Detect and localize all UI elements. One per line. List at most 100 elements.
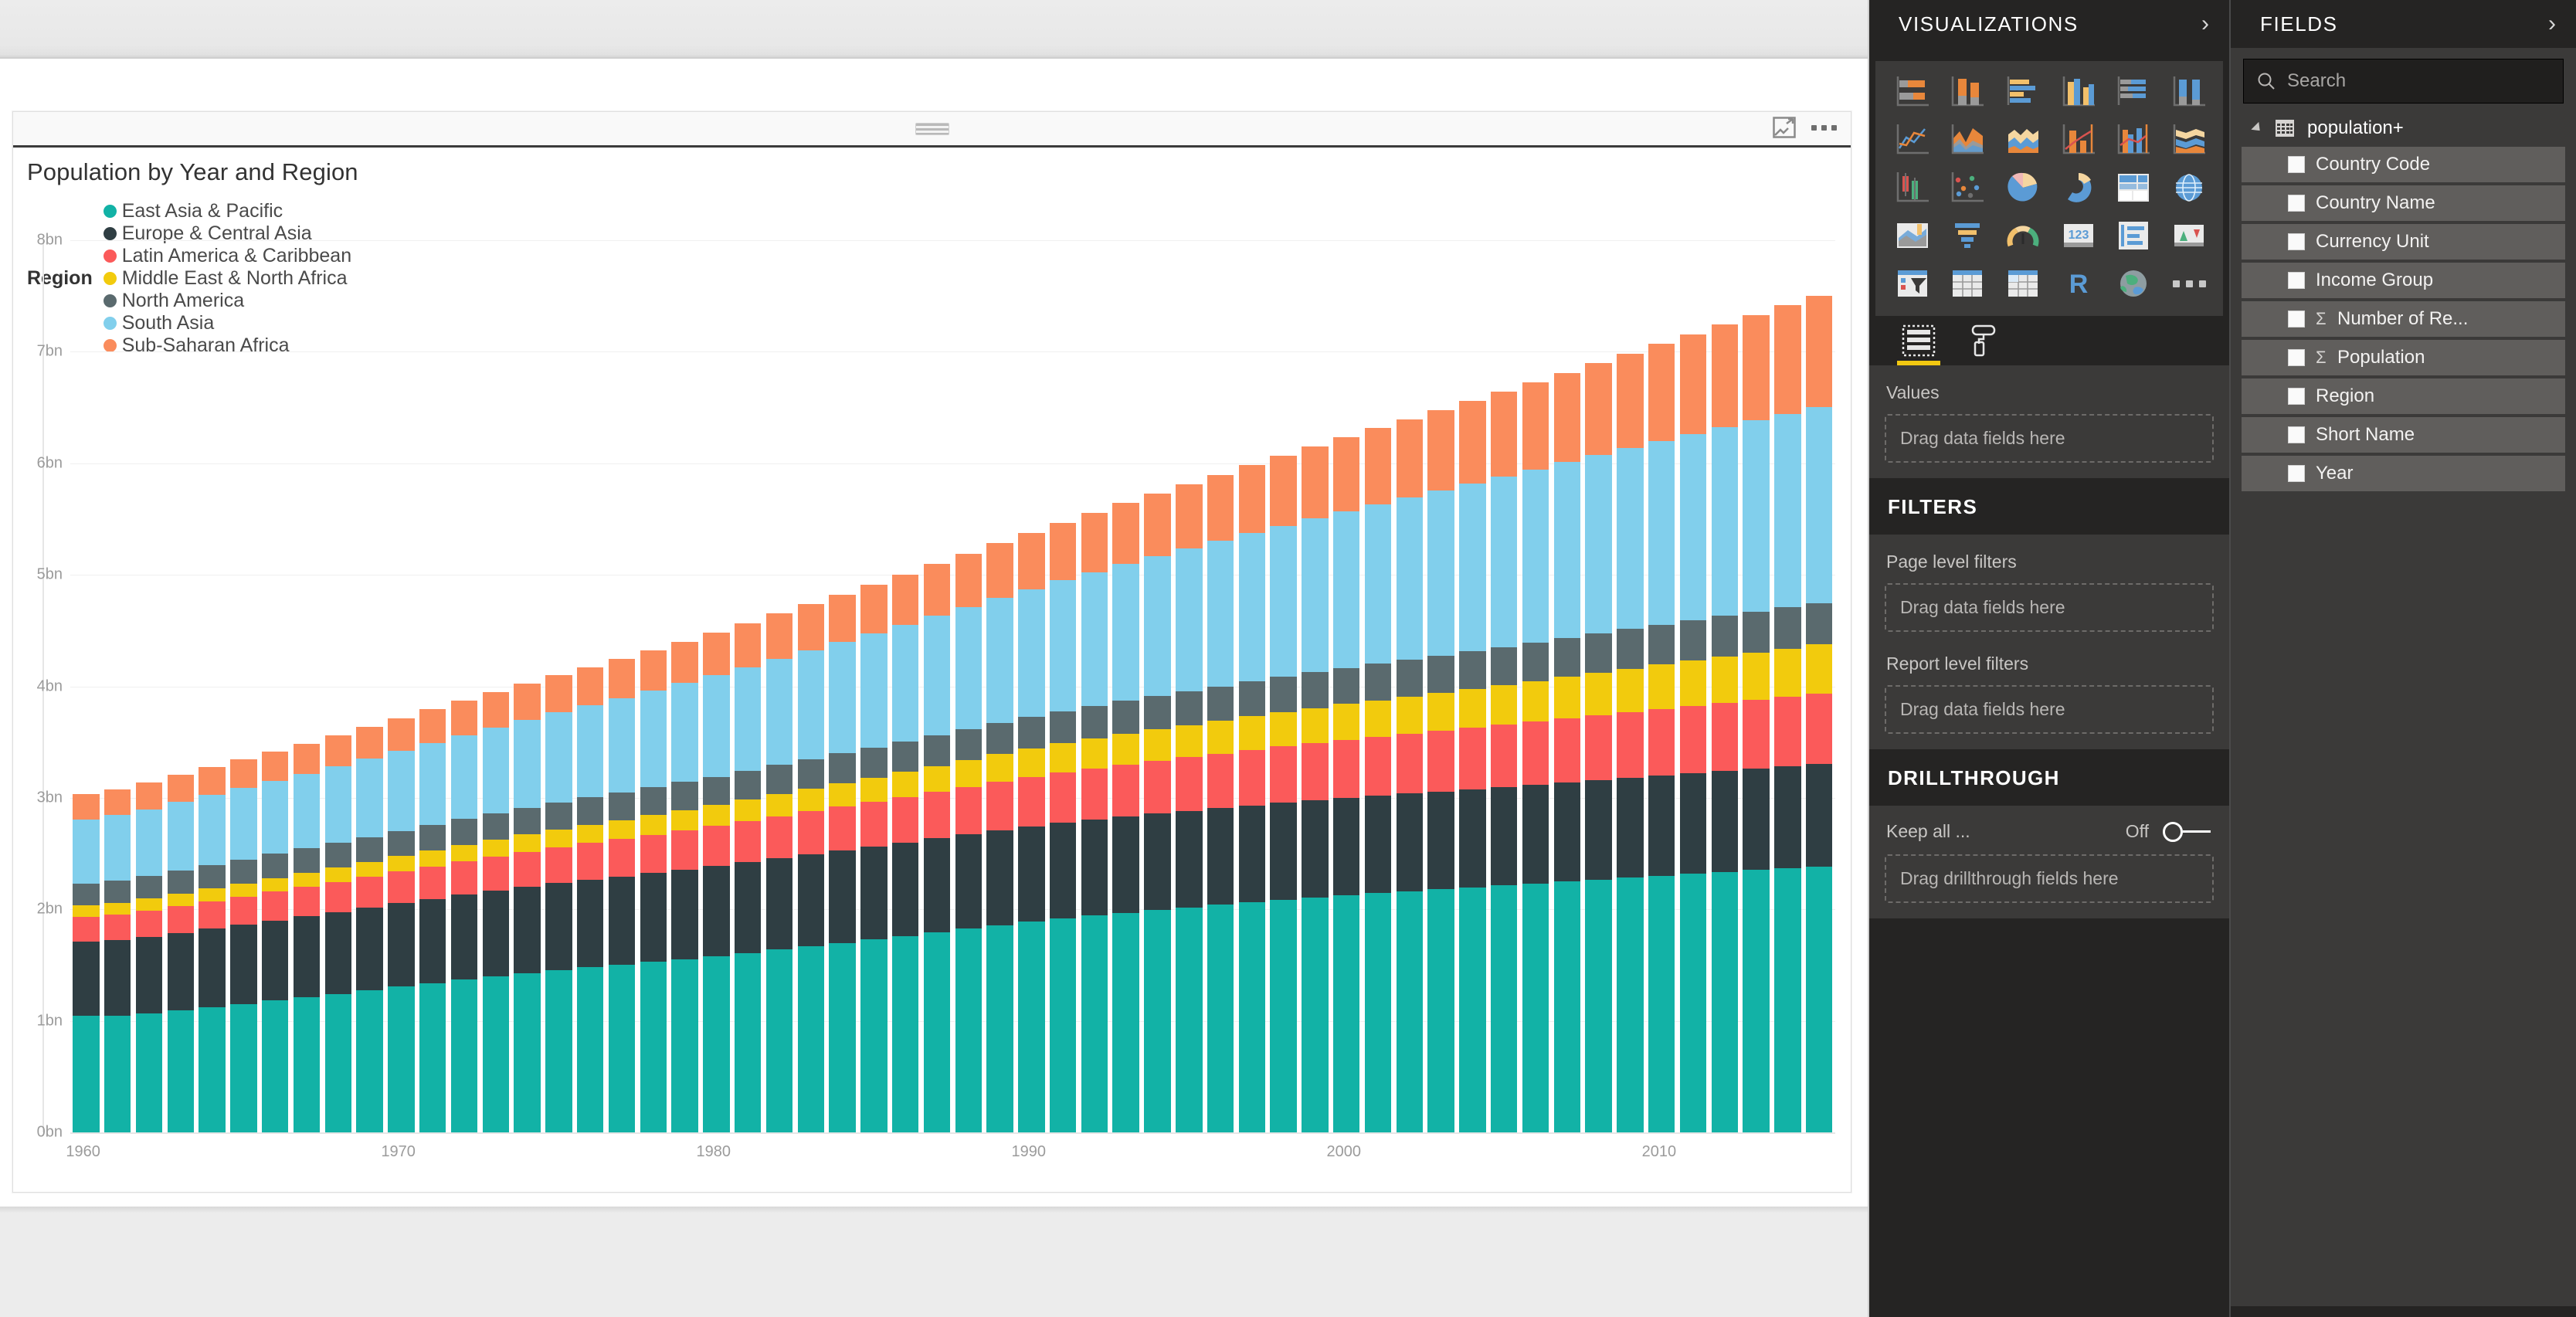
bar-segment[interactable] xyxy=(608,659,636,698)
bar-segment[interactable] xyxy=(703,826,730,867)
bar-segment[interactable] xyxy=(1711,427,1739,616)
table-icon[interactable] xyxy=(1942,262,1994,305)
bar-segment[interactable] xyxy=(73,942,100,1017)
more-options-icon[interactable] xyxy=(1811,117,1837,138)
bar-segment[interactable] xyxy=(1522,721,1549,785)
bar-segment[interactable] xyxy=(1270,455,1297,526)
bar-segment[interactable] xyxy=(1396,659,1424,697)
bar-segment[interactable] xyxy=(1238,716,1266,750)
bar-segment[interactable] xyxy=(1522,681,1549,722)
bar-segment[interactable] xyxy=(1302,897,1329,1132)
area-chart-icon[interactable] xyxy=(1942,118,1994,161)
bar-segment[interactable] xyxy=(703,956,730,1132)
bar-segment[interactable] xyxy=(1585,715,1612,780)
bar-segment[interactable] xyxy=(1396,497,1424,660)
bar-column[interactable] xyxy=(795,240,826,1132)
bar-segment[interactable] xyxy=(1333,511,1360,668)
bar-segment[interactable] xyxy=(1049,772,1077,823)
bar-segment[interactable] xyxy=(324,735,351,766)
bar-segment[interactable] xyxy=(1774,648,1801,697)
bar-segment[interactable] xyxy=(1176,484,1203,549)
bar-column[interactable] xyxy=(480,240,511,1132)
bar-segment[interactable] xyxy=(388,903,415,987)
bar-segment[interactable] xyxy=(1333,437,1360,511)
bar-segment[interactable] xyxy=(1711,871,1739,1132)
bar-segment[interactable] xyxy=(1238,749,1266,806)
bar-segment[interactable] xyxy=(1238,805,1266,903)
bar-segment[interactable] xyxy=(1585,455,1612,634)
bar-segment[interactable] xyxy=(1333,704,1360,740)
bar-segment[interactable] xyxy=(1459,483,1486,652)
report-level-filters-dropzone[interactable]: Drag data fields here xyxy=(1885,685,2214,734)
bar-segment[interactable] xyxy=(608,876,636,965)
keep-all-filters-toggle[interactable] xyxy=(2163,821,2211,842)
bar-segment[interactable] xyxy=(986,754,1013,782)
bar-segment[interactable] xyxy=(167,893,194,907)
bar-segment[interactable] xyxy=(293,997,321,1132)
bar-segment[interactable] xyxy=(1018,589,1045,718)
bar-segment[interactable] xyxy=(1774,868,1801,1132)
bar-segment[interactable] xyxy=(1806,763,1833,867)
bar-column[interactable] xyxy=(543,240,575,1132)
bar-column[interactable] xyxy=(102,240,134,1132)
bar-segment[interactable] xyxy=(199,888,226,902)
bar-column[interactable] xyxy=(1110,240,1142,1132)
bar-segment[interactable] xyxy=(1081,513,1108,572)
bar-segment[interactable] xyxy=(891,797,919,843)
bar-segment[interactable] xyxy=(293,916,321,998)
bar-segment[interactable] xyxy=(450,861,478,895)
bar-segment[interactable] xyxy=(860,777,888,803)
bar-segment[interactable] xyxy=(104,1015,131,1132)
bar-segment[interactable] xyxy=(1018,777,1045,827)
bar-segment[interactable] xyxy=(765,793,793,816)
bar-segment[interactable] xyxy=(1459,401,1486,484)
bar-segment[interactable] xyxy=(1743,870,1770,1132)
bar-column[interactable] xyxy=(1709,240,1740,1132)
drillthrough-section-header[interactable]: DRILLTHROUGH xyxy=(1869,749,2229,806)
matrix-icon[interactable] xyxy=(1997,262,2049,305)
bar-segment[interactable] xyxy=(1743,652,1770,700)
bar-segment[interactable] xyxy=(1679,705,1707,773)
bar-segment[interactable] xyxy=(1144,761,1171,814)
bar-segment[interactable] xyxy=(860,747,888,778)
field-checkbox[interactable] xyxy=(2288,388,2305,405)
bar-segment[interactable] xyxy=(1333,667,1360,704)
bar-segment[interactable] xyxy=(230,925,257,1004)
bar-column[interactable] xyxy=(1142,240,1173,1132)
bar-segment[interactable] xyxy=(104,789,131,816)
bar-segment[interactable] xyxy=(1617,353,1644,448)
field-checkbox[interactable] xyxy=(2288,233,2305,250)
bar-segment[interactable] xyxy=(104,939,131,1016)
fields-table-row[interactable]: population+ xyxy=(2242,111,2565,147)
bar-segment[interactable] xyxy=(167,802,194,871)
bar-column[interactable] xyxy=(1016,240,1047,1132)
bar-column[interactable] xyxy=(417,240,449,1132)
bar-segment[interactable] xyxy=(261,891,289,921)
bar-segment[interactable] xyxy=(1711,324,1739,428)
bar-segment[interactable] xyxy=(576,879,604,968)
bar-segment[interactable] xyxy=(640,650,667,691)
bar-segment[interactable] xyxy=(419,898,446,983)
bar-segment[interactable] xyxy=(1553,881,1581,1132)
pie-chart-icon[interactable] xyxy=(1997,166,2049,209)
bar-segment[interactable] xyxy=(671,683,698,782)
bar-segment[interactable] xyxy=(230,1003,257,1132)
bar-segment[interactable] xyxy=(1396,733,1424,794)
bar-segment[interactable] xyxy=(1427,692,1454,731)
bar-segment[interactable] xyxy=(1049,823,1077,919)
bar-segment[interactable] xyxy=(450,819,478,846)
bar-segment[interactable] xyxy=(73,905,100,918)
bar-segment[interactable] xyxy=(1585,879,1612,1132)
bar-segment[interactable] xyxy=(829,753,856,783)
bar-column[interactable] xyxy=(890,240,921,1132)
bar-segment[interactable] xyxy=(1617,777,1644,878)
bar-segment[interactable] xyxy=(324,993,351,1132)
bar-segment[interactable] xyxy=(388,871,415,904)
bar-segment[interactable] xyxy=(230,788,257,860)
values-dropzone[interactable]: Drag data fields here xyxy=(1885,414,2214,463)
bar-segment[interactable] xyxy=(1364,504,1392,664)
bar-segment[interactable] xyxy=(293,773,321,849)
bar-segment[interactable] xyxy=(482,692,509,728)
bar-segment[interactable] xyxy=(1176,907,1203,1132)
bar-segment[interactable] xyxy=(860,939,888,1132)
